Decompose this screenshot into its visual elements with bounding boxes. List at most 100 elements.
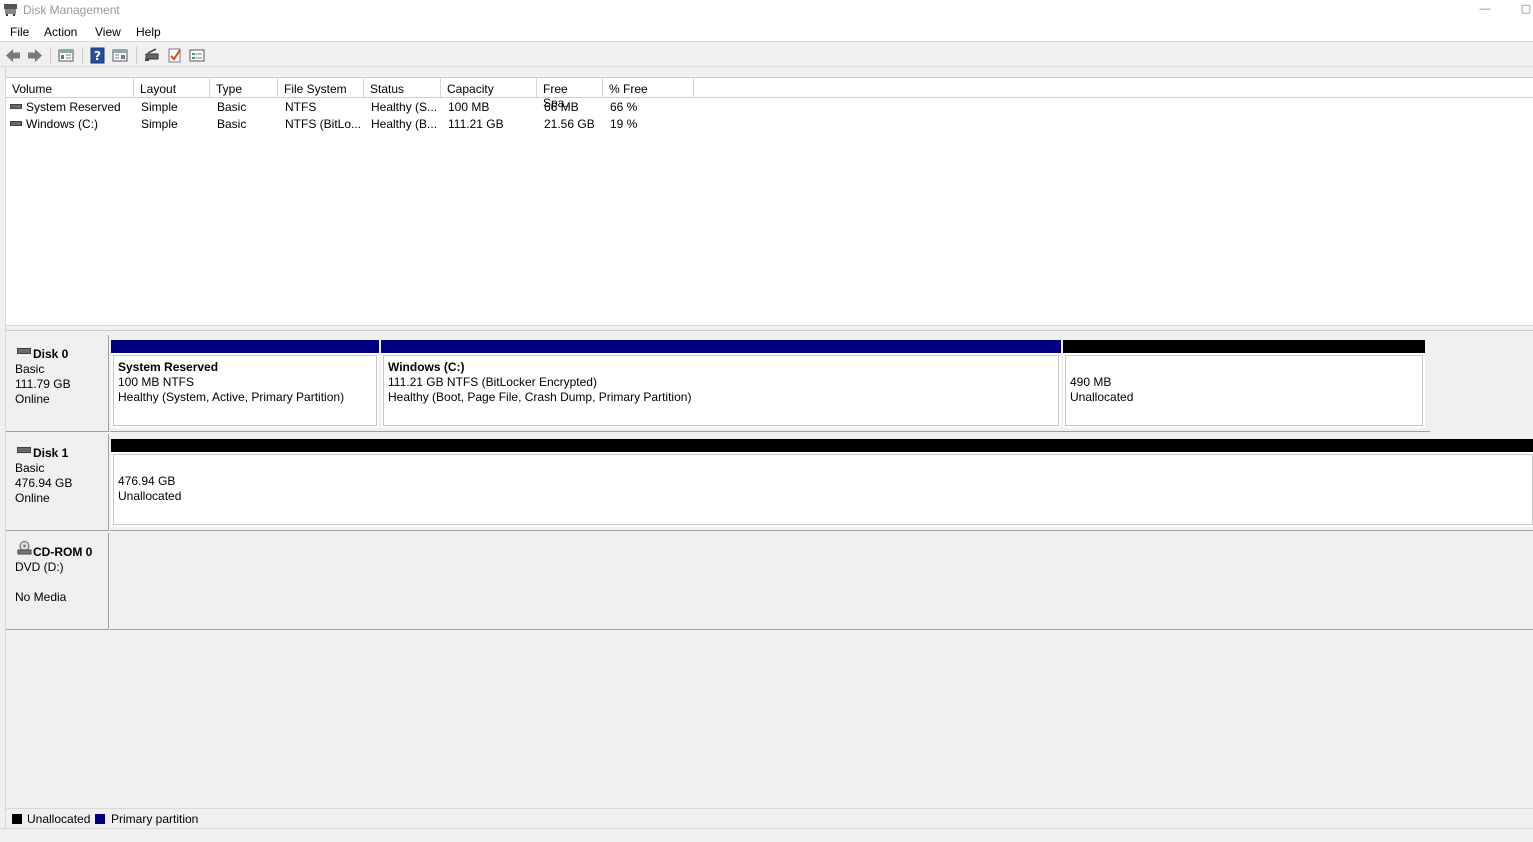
primary-partition-bar (381, 340, 1061, 353)
menu-help[interactable]: Help (136, 25, 161, 39)
cdrom-0-area (110, 533, 1533, 630)
column-header-status[interactable]: Status (364, 78, 441, 98)
disk-name: CD-ROM 0 (33, 545, 93, 559)
partition-size: 111.21 GB NTFS (BitLocker Encrypted) (388, 375, 597, 389)
partition-unallocated-disk-1[interactable]: 476.94 GB Unallocated (111, 439, 1533, 527)
check-icon[interactable] (166, 47, 184, 64)
window-title: Disk Management (23, 3, 120, 17)
column-header-layout[interactable]: Layout (134, 78, 210, 98)
cell-capacity: 100 MB (448, 100, 490, 114)
cell-file-system: NTFS (285, 100, 317, 114)
legend-swatch-unallocated (12, 814, 22, 824)
minimize-icon[interactable]: — (1478, 2, 1492, 16)
cell-volume: Windows (C:) (26, 117, 99, 131)
partition-unallocated-490mb[interactable]: 490 MB Unallocated (1063, 340, 1425, 428)
disk-state: No Media (15, 590, 67, 604)
disk-graphical-view: Disk 0 Basic 111.79 GB Online System Res… (6, 331, 1533, 807)
column-header-percent-free[interactable]: % Free (603, 78, 694, 98)
column-header-free-space[interactable]: Free Spa... (537, 78, 603, 110)
primary-partition-bar (111, 340, 379, 353)
legend-label-unallocated: Unallocated (27, 812, 91, 826)
disk-name: Disk 1 (33, 446, 69, 460)
disk-name: Disk 0 (33, 347, 69, 361)
disk-1-label[interactable]: Disk 1 Basic 476.94 GB Online (6, 434, 109, 531)
disk-management-app-icon (4, 4, 17, 16)
settings-icon[interactable] (188, 47, 206, 64)
help-icon[interactable]: ? (89, 47, 107, 64)
toolbar-separator (82, 47, 83, 64)
disk-0-label[interactable]: Disk 0 Basic 111.79 GB Online (6, 335, 109, 432)
cell-type: Basic (217, 100, 247, 114)
cell-file-system: NTFS (BitLo... (285, 117, 362, 131)
volume-list: Volume Layout Type File System Status Ca… (6, 77, 1533, 325)
column-header-label: Volume (12, 82, 53, 96)
menu-file[interactable]: File (10, 25, 29, 39)
column-header-label: File System (284, 82, 347, 96)
column-header-label: Type (216, 82, 243, 96)
column-header-volume[interactable]: Volume (6, 78, 134, 98)
disk-type: DVD (D:) (15, 560, 64, 574)
disk-type: Basic (15, 461, 45, 475)
volume-icon (10, 104, 22, 109)
cdrom-0-label[interactable]: CD-ROM 0 DVD (D:) No Media (6, 533, 109, 630)
volume-row[interactable]: Windows (C:) Simple Basic NTFS (BitLo...… (6, 116, 706, 133)
disk-0-partitions: System Reserved 100 MB NTFS Healthy (Sys… (110, 335, 1430, 432)
partition-body: System Reserved 100 MB NTFS Healthy (Sys… (113, 355, 377, 426)
menu-view[interactable]: View (95, 25, 121, 39)
partition-status: Healthy (Boot, Page File, Crash Dump, Pr… (388, 390, 692, 404)
partition-size: 490 MB (1070, 375, 1112, 389)
volume-row[interactable]: System Reserved Simple Basic NTFS Health… (6, 99, 706, 116)
cell-percent-free: 19 % (610, 117, 638, 131)
legend-swatch-primary (95, 814, 105, 824)
toolbar-separator (136, 47, 137, 64)
partition-status: Unallocated (118, 489, 182, 503)
menu-bar: File Action View Help (0, 20, 1533, 42)
disk-size: 111.79 GB (15, 377, 71, 391)
legend-label-primary: Primary partition (111, 812, 199, 826)
hard-disk-icon (17, 447, 31, 453)
maximize-icon[interactable]: ▢ (1519, 2, 1533, 16)
forward-arrow-icon[interactable] (26, 47, 44, 64)
partition-body: Windows (C:) 111.21 GB NTFS (BitLocker E… (383, 355, 1059, 426)
partition-status: Unallocated (1070, 390, 1134, 404)
toolbar: ? (0, 43, 1533, 67)
hard-disk-icon (17, 348, 31, 354)
toolbar-separator (50, 47, 51, 64)
cell-free-space: 66 MB (544, 100, 579, 114)
disk-management-window: Disk Management — ▢ File Action View Hel… (0, 0, 1533, 842)
column-header-label: Layout (140, 82, 177, 96)
partition-body: 490 MB Unallocated (1065, 355, 1423, 426)
cell-layout: Simple (141, 100, 178, 114)
column-header-label: Status (370, 82, 405, 96)
partition-size: 100 MB NTFS (118, 375, 195, 389)
properties-icon[interactable] (111, 47, 129, 64)
cell-status: Healthy (S... (371, 100, 438, 114)
cell-capacity: 111.21 GB (448, 117, 504, 131)
rescan-disks-icon[interactable] (143, 47, 161, 64)
cell-status: Healthy (B... (371, 117, 438, 131)
cell-percent-free: 66 % (610, 100, 638, 114)
partition-system-reserved[interactable]: System Reserved 100 MB NTFS Healthy (Sys… (111, 340, 379, 428)
cell-type: Basic (217, 117, 247, 131)
status-bar (0, 828, 1533, 842)
cell-free-space: 21.56 GB (544, 117, 595, 131)
column-header-capacity[interactable]: Capacity (441, 78, 537, 98)
back-arrow-icon[interactable] (4, 47, 22, 64)
menu-action[interactable]: Action (44, 25, 77, 39)
cell-layout: Simple (141, 117, 178, 131)
header-divider (6, 97, 1533, 98)
unallocated-bar (111, 439, 1533, 452)
partition-windows-c[interactable]: Windows (C:) 111.21 GB NTFS (BitLocker E… (381, 340, 1061, 428)
disk-state: Online (15, 491, 50, 505)
legend: Unallocated Primary partition (6, 808, 1533, 828)
svg-text:?: ? (94, 49, 101, 63)
partition-name: System Reserved (118, 360, 219, 374)
disk-type: Basic (15, 362, 45, 376)
partition-status: Healthy (System, Active, Primary Partiti… (118, 390, 345, 404)
column-header-type[interactable]: Type (210, 78, 278, 98)
console-tree-icon[interactable] (57, 47, 75, 64)
title-bar: Disk Management — ▢ (0, 0, 1533, 20)
cd-rom-icon (17, 541, 32, 555)
column-header-file-system[interactable]: File System (278, 78, 364, 98)
disk-1-partitions: 476.94 GB Unallocated (110, 434, 1533, 531)
